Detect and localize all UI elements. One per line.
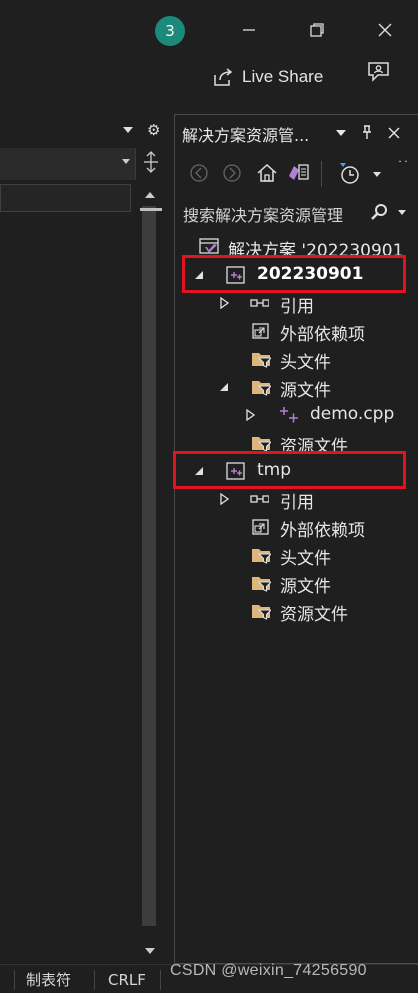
filter-folder-icon xyxy=(252,549,271,564)
external-deps-icon xyxy=(252,519,269,535)
solution-icon xyxy=(199,238,219,254)
external-deps-label: 外部依赖项 xyxy=(280,325,365,345)
references-label: 引用 xyxy=(280,297,314,317)
close-button[interactable] xyxy=(370,15,400,45)
editor-input-field[interactable] xyxy=(0,184,131,212)
tree-item-external-deps[interactable]: 外部依赖项 xyxy=(175,513,418,541)
filter-folder-icon xyxy=(252,605,271,620)
forward-button[interactable] xyxy=(220,161,244,185)
source-files-label: 源文件 xyxy=(280,381,331,401)
tree-item-source-files[interactable]: 源文件 xyxy=(175,373,418,401)
status-separator xyxy=(14,970,15,990)
watermark: CSDN @weixin_74256590 xyxy=(170,962,367,979)
references-label: 引用 xyxy=(280,493,314,513)
cpp-file-icon xyxy=(280,407,298,423)
live-share-label: Live Share xyxy=(242,67,324,86)
solution-explorer-toolbar: ˙˙ xyxy=(175,155,418,191)
highlight-box-project-1 xyxy=(182,255,406,293)
chevron-down-icon xyxy=(122,159,130,164)
tree-item-header-files[interactable]: 头文件 xyxy=(175,541,418,569)
collapse-arrow-icon[interactable] xyxy=(218,381,230,393)
minimize-button[interactable] xyxy=(234,15,264,45)
navigation-bar-dropdown[interactable] xyxy=(0,148,136,180)
tree-item-resource-files[interactable]: 资源文件 xyxy=(175,597,418,625)
home-button[interactable] xyxy=(255,161,279,185)
chevron-down-icon[interactable] xyxy=(372,171,382,179)
code-editor-area[interactable] xyxy=(0,216,136,964)
live-share-button[interactable]: Live Share xyxy=(212,62,323,92)
close-icon xyxy=(378,23,392,37)
scroll-up-icon[interactable] xyxy=(144,190,156,200)
filter-folder-icon xyxy=(252,353,271,368)
tree-item-header-files[interactable]: 头文件 xyxy=(175,345,418,373)
panel-title: 解决方案资源管... xyxy=(182,126,310,145)
split-icon xyxy=(144,151,158,173)
forward-arrow-icon xyxy=(223,164,241,182)
tabs-indicator[interactable]: 制表符 xyxy=(26,969,71,991)
notification-badge[interactable]: 3 xyxy=(155,16,185,46)
status-separator xyxy=(94,970,95,990)
filter-folder-icon xyxy=(252,381,271,396)
expand-arrow-icon[interactable] xyxy=(244,409,256,421)
feedback-button[interactable] xyxy=(366,60,394,88)
back-arrow-icon xyxy=(190,164,208,182)
restore-icon xyxy=(310,23,324,37)
pending-changes-filter-button[interactable] xyxy=(337,161,361,185)
resource-files-label: 资源文件 xyxy=(280,605,348,625)
vertical-scrollbar[interactable] xyxy=(138,184,162,964)
tree-item-external-deps[interactable]: 外部依赖项 xyxy=(175,317,418,345)
home-icon xyxy=(257,163,277,182)
close-panel-icon[interactable] xyxy=(387,126,401,140)
external-deps-icon xyxy=(252,323,269,339)
tree-item-references[interactable]: 引用 xyxy=(175,485,418,513)
scroll-thumb[interactable] xyxy=(140,206,162,926)
split-editor-button[interactable] xyxy=(138,150,164,178)
clock-filter-icon xyxy=(340,163,359,184)
back-button[interactable] xyxy=(187,161,211,185)
live-share-icon xyxy=(214,68,233,86)
scroll-down-icon[interactable] xyxy=(144,946,156,956)
toolbar-separator xyxy=(321,161,322,187)
references-icon xyxy=(250,495,269,503)
gear-icon[interactable]: ⚙ xyxy=(147,121,160,139)
title-bar: 3 xyxy=(0,0,418,60)
solution-explorer-title-bar: 解决方案资源管... xyxy=(175,115,418,149)
search-input[interactable]: 搜索解决方案资源管理 xyxy=(183,202,366,226)
filter-folder-icon xyxy=(252,577,271,592)
panel-menu-triangle-icon[interactable] xyxy=(335,128,347,138)
tree-item-references[interactable]: 引用 xyxy=(175,289,418,317)
highlight-box-project-2 xyxy=(173,451,406,489)
filter-folder-icon xyxy=(252,437,271,452)
expand-arrow-icon[interactable] xyxy=(218,297,230,309)
chevron-down-icon[interactable] xyxy=(397,209,407,217)
expand-arrow-icon[interactable] xyxy=(218,493,230,505)
source-files-label: 源文件 xyxy=(280,577,331,597)
switch-views-icon xyxy=(289,164,309,180)
demo-cpp-label: demo.cpp xyxy=(310,404,395,424)
editor-tool-row: ⚙ xyxy=(0,118,170,144)
feedback-icon xyxy=(368,62,389,82)
tree-item-demo-cpp[interactable]: demo.cpp xyxy=(175,401,418,429)
header-files-label: 头文件 xyxy=(280,549,331,569)
pin-icon[interactable] xyxy=(361,124,373,140)
tree-item-source-files[interactable]: 源文件 xyxy=(175,569,418,597)
switch-views-button[interactable] xyxy=(287,161,311,185)
references-icon xyxy=(250,299,269,307)
solution-explorer-panel: 解决方案资源管... ˙˙ 搜索解决方案资源管理 解决方案 '202230901… xyxy=(174,114,418,964)
external-deps-label: 外部依赖项 xyxy=(280,521,365,541)
search-icon[interactable] xyxy=(369,202,389,222)
overflow-icon[interactable]: ˙˙ xyxy=(397,159,409,173)
header-files-label: 头文件 xyxy=(280,353,331,373)
status-separator xyxy=(160,970,161,990)
line-ending-indicator[interactable]: CRLF xyxy=(108,969,146,991)
restore-button[interactable] xyxy=(302,15,332,45)
solution-explorer-search[interactable]: 搜索解决方案资源管理 xyxy=(177,197,417,227)
minimize-icon xyxy=(243,29,255,31)
dropdown-triangle-icon[interactable] xyxy=(122,125,134,135)
